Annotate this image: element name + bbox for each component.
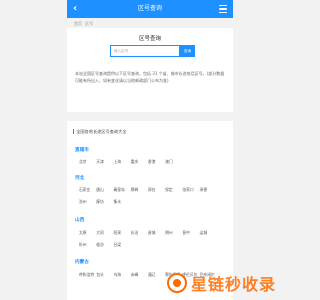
city-link[interactable]: 呼和浩特 <box>79 269 95 281</box>
city-link[interactable]: 上海 <box>113 156 129 168</box>
menu-icon[interactable] <box>219 5 227 13</box>
breadcrumb-current[interactable]: 区号 <box>85 21 93 26</box>
watermark-text: 星链秒收录 <box>190 275 276 294</box>
city-link[interactable]: 香港 <box>148 156 164 168</box>
city-link[interactable]: 晋城 <box>148 227 164 239</box>
city-list: 太原 大同 阳泉 长治 晋城 朔州 晋中 运城 忻州 临汾 吕梁 <box>79 227 229 251</box>
city-link[interactable]: 秦皇岛 <box>113 184 129 196</box>
breadcrumb-home[interactable]: 首页 <box>74 21 82 26</box>
search-button[interactable]: 查询 <box>180 45 195 57</box>
city-link[interactable]: 太原 <box>79 227 95 239</box>
search-card: 区号查询 输入区号 查询 本站全国区号查询提供以下区号查询，包括 31 个省、城… <box>67 28 233 112</box>
city-link[interactable]: 阳泉 <box>113 227 129 239</box>
province-name: 河北 <box>75 176 85 181</box>
city-link[interactable]: 北京 <box>79 156 95 168</box>
city-link[interactable]: 乌海 <box>113 269 129 281</box>
city-link[interactable]: 张家口 <box>182 184 198 196</box>
page-title: 区号查询 <box>137 5 162 12</box>
search-title: 区号查询 <box>138 36 161 42</box>
city-link[interactable]: 吕梁 <box>113 239 129 251</box>
city-list: 石家庄 唐山 秦皇岛 邯郸 邢台 保定 张家口 承德 沧州 廊坊 衡水 <box>79 184 229 208</box>
watermark: 星链秒收录 <box>166 271 276 295</box>
city-link[interactable]: 赤峰 <box>131 269 147 281</box>
city-link[interactable]: 重庆 <box>131 156 147 168</box>
city-link[interactable]: 沧州 <box>79 196 95 208</box>
city-link[interactable]: 邯郸 <box>131 184 147 196</box>
city-link[interactable]: 唐山 <box>96 184 112 196</box>
city-link[interactable]: 承德 <box>200 184 216 196</box>
search-bar: 输入区号 查询 <box>110 45 195 57</box>
watermark-logo-icon <box>166 273 187 293</box>
city-link[interactable]: 石家庄 <box>79 184 95 196</box>
city-list: 北京 天津 上海 重庆 香港 澳门 <box>79 156 229 168</box>
province-name: 山西 <box>75 218 85 223</box>
city-link[interactable]: 澳门 <box>165 156 181 168</box>
top-bar: ‹ 区号查询 <box>67 0 233 18</box>
province-name: 内蒙古 <box>75 260 89 265</box>
city-link[interactable]: 通辽 <box>148 269 164 281</box>
search-description: 本站全国区号查询提供以下区号查询，包括 31 个省、城市长途电话区号。(部分数据… <box>75 71 225 83</box>
search-input[interactable]: 输入区号 <box>110 45 180 57</box>
city-link[interactable]: 长治 <box>131 227 147 239</box>
city-link[interactable]: 衡水 <box>113 196 129 208</box>
city-link[interactable]: 包头 <box>96 269 112 281</box>
province-name: 直辖市 <box>75 148 89 153</box>
city-link[interactable]: 运城 <box>200 227 216 239</box>
city-link[interactable]: 朔州 <box>165 227 181 239</box>
city-link[interactable]: 临汾 <box>96 239 112 251</box>
city-link[interactable]: 廊坊 <box>96 196 112 208</box>
city-link[interactable]: 天津 <box>96 156 112 168</box>
list-title: 全国各地长途区号查询大全 <box>73 129 126 135</box>
city-link[interactable]: 保定 <box>165 184 181 196</box>
breadcrumb: 首页 区号 <box>74 21 95 27</box>
back-icon[interactable]: ‹ <box>73 3 77 15</box>
city-link[interactable]: 晋中 <box>182 227 198 239</box>
city-link[interactable]: 邢台 <box>148 184 164 196</box>
city-link[interactable]: 大同 <box>96 227 112 239</box>
city-link[interactable]: 忻州 <box>79 239 95 251</box>
